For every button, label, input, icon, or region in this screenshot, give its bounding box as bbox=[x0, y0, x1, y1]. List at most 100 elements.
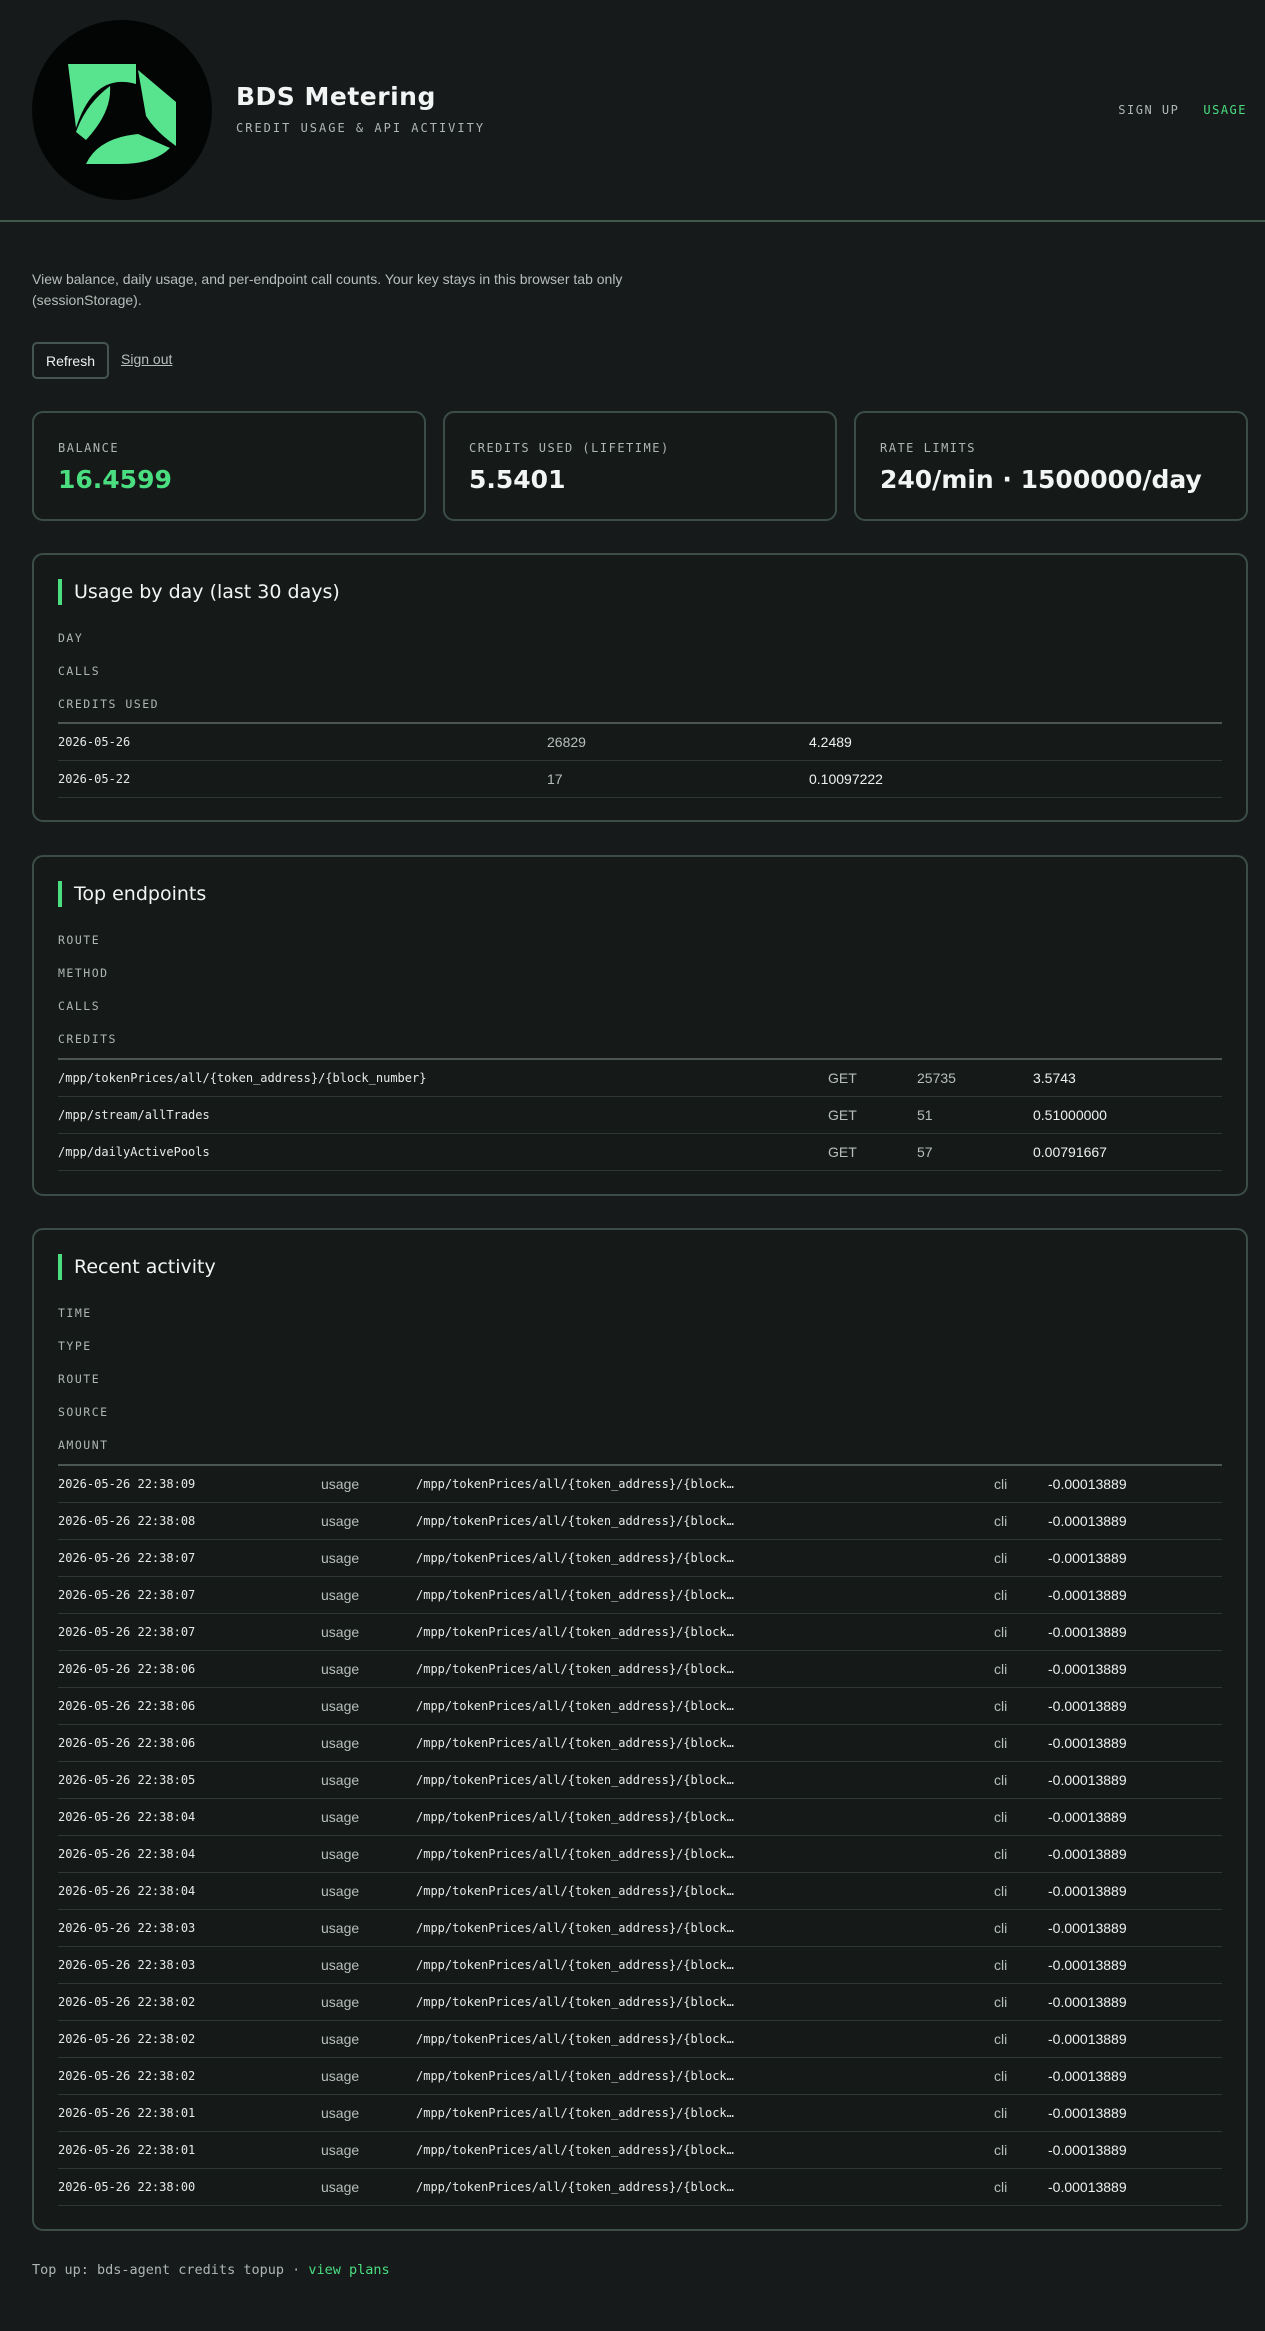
amount-cell: -0.00013889 bbox=[1048, 2179, 1127, 2195]
top-endpoints-title: Top endpoints bbox=[58, 881, 206, 907]
type-cell: usage bbox=[321, 1883, 360, 1899]
column-header-type: TYPE bbox=[58, 1339, 92, 1353]
table-row: 2026-05-26 22:38:08 usage/mpp/tokenPrices… bbox=[58, 1503, 1222, 1540]
top-nav: SIGN UP USAGE bbox=[1118, 103, 1247, 117]
amount-cell: -0.00013889 bbox=[1048, 2031, 1127, 2047]
type-cell: usage bbox=[321, 1550, 360, 1566]
type-cell: usage bbox=[321, 1994, 360, 2010]
source-cell: cli bbox=[994, 2031, 1008, 2047]
route-cell: /mpp/tokenPrices/all/{token_address}/{bl… bbox=[58, 1071, 427, 1085]
table-row: 2026-05-26 22:38:01 usage/mpp/tokenPrices… bbox=[58, 2095, 1222, 2132]
source-cell: cli bbox=[994, 2142, 1008, 2158]
route-cell: /mpp/tokenPrices/all/{token_address}/{bl… bbox=[416, 1921, 734, 1935]
source-cell: cli bbox=[994, 1809, 1008, 1825]
column-header-credits-used: CREDITS USED bbox=[58, 697, 160, 711]
time-cell: 2026-05-26 22:38:06 bbox=[58, 1736, 196, 1750]
amount-cell: -0.00013889 bbox=[1048, 1587, 1127, 1603]
credits-cell: 0.51000000 bbox=[1033, 1107, 1107, 1123]
column-header-calls: CALLS bbox=[58, 664, 101, 678]
type-cell: usage bbox=[321, 2179, 360, 2195]
source-cell: cli bbox=[994, 1550, 1008, 1566]
table-row: 2026-05-26 22:38:07 usage/mpp/tokenPrices… bbox=[58, 1540, 1222, 1577]
time-cell: 2026-05-26 22:38:09 bbox=[58, 1477, 196, 1491]
column-header-source: SOURCE bbox=[58, 1405, 109, 1419]
amount-cell: -0.00013889 bbox=[1048, 1698, 1127, 1714]
amount-cell: -0.00013889 bbox=[1048, 1513, 1127, 1529]
table-row: 2026-05-26 22:38:05 usage/mpp/tokenPrices… bbox=[58, 1762, 1222, 1799]
source-cell: cli bbox=[994, 1476, 1008, 1492]
route-cell: /mpp/dailyActivePools bbox=[58, 1145, 210, 1159]
type-cell: usage bbox=[321, 1476, 360, 1492]
type-cell: usage bbox=[321, 2142, 360, 2158]
calls-cell: 17 bbox=[547, 771, 563, 787]
amount-cell: -0.00013889 bbox=[1048, 1476, 1127, 1492]
column-header-day: DAY bbox=[58, 631, 84, 645]
route-cell: /mpp/tokenPrices/all/{token_address}/{bl… bbox=[416, 2106, 734, 2120]
route-cell: /mpp/tokenPrices/all/{token_address}/{bl… bbox=[416, 1958, 734, 1972]
amount-cell: -0.00013889 bbox=[1048, 1735, 1127, 1751]
sign-out-link[interactable]: Sign out bbox=[121, 351, 172, 367]
column-header-calls: CALLS bbox=[58, 999, 101, 1013]
source-cell: cli bbox=[994, 1587, 1008, 1603]
time-cell: 2026-05-26 22:38:04 bbox=[58, 1810, 196, 1824]
amount-cell: -0.00013889 bbox=[1048, 1846, 1127, 1862]
time-cell: 2026-05-26 22:38:00 bbox=[58, 2180, 196, 2194]
time-cell: 2026-05-26 22:38:06 bbox=[58, 1699, 196, 1713]
table-row: 2026-05-26 22:38:03 usage/mpp/tokenPrices… bbox=[58, 1910, 1222, 1947]
column-header-method: METHOD bbox=[58, 966, 109, 980]
rate-limits-value: 240/min · 1500000/day bbox=[880, 465, 1202, 494]
usage-by-day-title: Usage by day (last 30 days) bbox=[58, 579, 340, 605]
table-row: /mpp/dailyActivePools GET 57 0.00791667 bbox=[58, 1134, 1222, 1171]
column-header-credits: CREDITS bbox=[58, 1032, 117, 1046]
amount-cell: -0.00013889 bbox=[1048, 2105, 1127, 2121]
route-cell: /mpp/tokenPrices/all/{token_address}/{bl… bbox=[416, 1995, 734, 2009]
table-row: 2026-05-26 22:38:06 usage/mpp/tokenPrices… bbox=[58, 1688, 1222, 1725]
credits-used-value: 5.5401 bbox=[469, 465, 566, 494]
column-header-amount: AMOUNT bbox=[58, 1438, 109, 1452]
table-row: 2026-05-26 22:38:02 usage/mpp/tokenPrices… bbox=[58, 2021, 1222, 2058]
source-cell: cli bbox=[994, 1698, 1008, 1714]
calls-cell: 51 bbox=[917, 1107, 933, 1123]
view-plans-link[interactable]: view plans bbox=[308, 2262, 389, 2278]
time-cell: 2026-05-26 22:38:02 bbox=[58, 2069, 196, 2083]
route-cell: /mpp/tokenPrices/all/{token_address}/{bl… bbox=[416, 1810, 734, 1824]
source-cell: cli bbox=[994, 1772, 1008, 1788]
rate-limits-card: RATE LIMITS 240/min · 1500000/day bbox=[854, 411, 1248, 521]
time-cell: 2026-05-26 22:38:03 bbox=[58, 1921, 196, 1935]
balance-card: BALANCE 16.4599 bbox=[32, 411, 426, 521]
method-cell: GET bbox=[828, 1107, 857, 1123]
method-cell: GET bbox=[828, 1070, 857, 1086]
footer: Top up: bds-agent credits topup · view p… bbox=[32, 2262, 390, 2278]
type-cell: usage bbox=[321, 1587, 360, 1603]
type-cell: usage bbox=[321, 1809, 360, 1825]
amount-cell: -0.00013889 bbox=[1048, 1661, 1127, 1677]
table-row: 2026-05-26 26829 4.2489 bbox=[58, 724, 1222, 761]
route-cell: /mpp/tokenPrices/all/{token_address}/{bl… bbox=[416, 2180, 734, 2194]
nav-sign-up-link[interactable]: SIGN UP bbox=[1118, 103, 1179, 117]
time-cell: 2026-05-26 22:38:04 bbox=[58, 1884, 196, 1898]
time-cell: 2026-05-26 22:38:07 bbox=[58, 1625, 196, 1639]
credits-cell: 4.2489 bbox=[809, 734, 852, 750]
table-row: 2026-05-22 17 0.10097222 bbox=[58, 761, 1222, 798]
amount-cell: -0.00013889 bbox=[1048, 1772, 1127, 1788]
refresh-button[interactable]: Refresh bbox=[32, 342, 109, 379]
type-cell: usage bbox=[321, 1957, 360, 1973]
route-cell: /mpp/tokenPrices/all/{token_address}/{bl… bbox=[416, 1477, 734, 1491]
type-cell: usage bbox=[321, 1513, 360, 1529]
nav-usage-link[interactable]: USAGE bbox=[1203, 103, 1247, 117]
table-row: /mpp/tokenPrices/all/{token_address}/{bl… bbox=[58, 1060, 1222, 1097]
column-header-time: TIME bbox=[58, 1306, 92, 1320]
type-cell: usage bbox=[321, 1772, 360, 1788]
amount-cell: -0.00013889 bbox=[1048, 1624, 1127, 1640]
rate-limits-label: RATE LIMITS bbox=[880, 441, 976, 455]
time-cell: 2026-05-26 22:38:01 bbox=[58, 2106, 196, 2120]
route-cell: /mpp/tokenPrices/all/{token_address}/{bl… bbox=[416, 1773, 734, 1787]
app-subtitle: CREDIT USAGE & API ACTIVITY bbox=[236, 121, 486, 135]
app-title: BDS Metering bbox=[236, 82, 436, 111]
amount-cell: -0.00013889 bbox=[1048, 1920, 1127, 1936]
top-endpoints-section: Top endpoints ROUTE METHOD CALLS CREDITS… bbox=[32, 855, 1248, 1196]
day-cell: 2026-05-26 bbox=[58, 735, 131, 749]
table-row: 2026-05-26 22:38:07 usage/mpp/tokenPrices… bbox=[58, 1614, 1222, 1651]
time-cell: 2026-05-26 22:38:06 bbox=[58, 1662, 196, 1676]
source-cell: cli bbox=[994, 1624, 1008, 1640]
